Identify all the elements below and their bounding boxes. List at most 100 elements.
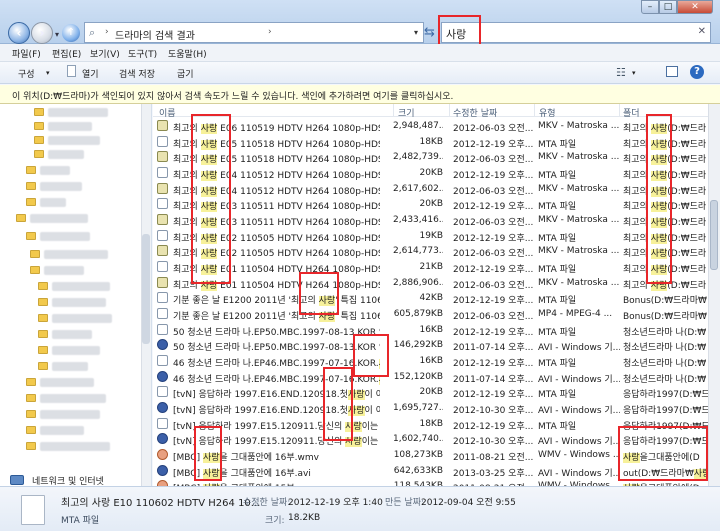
sidebar-item[interactable] <box>40 442 110 451</box>
history-dropdown-icon[interactable]: ▾ <box>55 30 59 39</box>
content-scrollbar[interactable] <box>708 104 720 486</box>
file-size: 2,948,487... <box>393 121 443 131</box>
sidebar-item[interactable] <box>40 166 70 175</box>
file-row[interactable]: 최고의 사랑 E02 110505 HDTV H264 1080p-HDSun.… <box>153 243 708 260</box>
folder-icon <box>38 330 48 338</box>
search-input[interactable]: 사랑 ✕ <box>441 22 711 43</box>
breadcrumb-separator[interactable]: › <box>268 27 272 37</box>
mta-file-icon <box>157 386 168 398</box>
file-row[interactable]: 46 청소년 드라마 나.EP46.MBC.1997-07-16.KOR.사랑.… <box>153 369 708 385</box>
file-date: 2013-03-25 오후... <box>453 468 534 479</box>
sidebar-item[interactable] <box>40 198 66 207</box>
details-pane: 최고의 사랑 E10 110602 HDTV H264 10... MTA 파일… <box>0 486 720 531</box>
avi-file-icon <box>157 464 168 476</box>
file-type: AVI - Windows 기... <box>538 374 620 385</box>
organize-button[interactable]: 구성 <box>18 67 35 80</box>
sidebar-item[interactable] <box>44 250 108 259</box>
file-type: MTA 파일 <box>538 359 577 370</box>
folder-icon <box>26 394 36 402</box>
folder-icon <box>34 108 44 116</box>
help-icon[interactable]: ? <box>690 65 704 79</box>
column-divider[interactable] <box>393 104 394 117</box>
sidebar-item[interactable] <box>52 330 92 339</box>
column-divider[interactable] <box>449 104 450 117</box>
file-row[interactable]: 최고의 사랑 E04 110512 HDTV H264 1080p-HDSun.… <box>153 165 708 181</box>
file-row[interactable]: 최고의 사랑 E01 110504 HDTV H264 1080p-HDSun.… <box>153 259 708 276</box>
folder-icon <box>38 346 48 354</box>
file-date: 2012-12-19 오후... <box>453 359 534 370</box>
up-folder-button[interactable]: ↑ <box>62 24 80 42</box>
close-button[interactable]: ✕ <box>677 0 713 14</box>
chevron-down-icon[interactable]: ▾ <box>46 69 50 77</box>
back-button[interactable]: ‹ <box>8 22 30 44</box>
file-row[interactable]: 최고의 사랑 E06 110519 HDTV H264 1080p-HDSun.… <box>153 118 708 134</box>
sidebar-item[interactable] <box>52 314 112 323</box>
burn-button[interactable]: 굽기 <box>177 67 194 80</box>
annotation-box <box>618 426 708 481</box>
details-created-value: 2012-09-04 오전 9:55 <box>421 498 516 508</box>
menu-file[interactable]: 파일(F) <box>12 47 41 60</box>
file-size: 16KB <box>419 324 443 335</box>
breadcrumb-separator[interactable]: › <box>105 27 109 37</box>
index-info-bar[interactable]: 이 위치(D:₩드라마)가 색인되어 있지 않아서 검색 속도가 느릴 수 있습… <box>0 85 720 104</box>
sidebar-item[interactable] <box>40 378 94 387</box>
folder-icon <box>34 122 44 130</box>
minimize-button[interactable]: – <box>641 0 659 14</box>
file-row[interactable]: 최고의 사랑 E04 110512 HDTV H264 1080p-HDSun.… <box>153 181 708 197</box>
file-row[interactable]: 최고의 사랑 E01 110504 HDTV H264 1080p-HDSun.… <box>153 275 708 291</box>
file-type: MKV - Matroska ... <box>538 246 620 257</box>
chevron-down-icon[interactable]: ▾ <box>632 69 636 77</box>
file-date: 2012-06-03 오전... <box>453 280 534 291</box>
file-row[interactable]: 기분 좋은 날 E1200 2011년 '최고의 사랑' 특집 11061...… <box>153 306 708 323</box>
forward-button[interactable]: › <box>31 22 53 44</box>
maximize-button[interactable]: □ <box>659 0 677 14</box>
preview-pane-icon[interactable] <box>666 66 678 77</box>
sidebar-item[interactable] <box>40 410 100 419</box>
save-search-button[interactable]: 검색 저장 <box>119 67 155 80</box>
sidebar-item[interactable] <box>52 346 100 355</box>
file-row[interactable]: 최고의 사랑 E03 110511 HDTV H264 1080p-HDSun.… <box>153 196 708 213</box>
sidebar-item[interactable] <box>52 282 110 291</box>
sidebar-scroll-thumb[interactable] <box>142 234 150 344</box>
column-divider[interactable] <box>534 104 535 117</box>
sidebar-item[interactable] <box>48 136 100 145</box>
file-row[interactable]: 최고의 사랑 E05 110518 HDTV H264 1080p-HDSun.… <box>153 149 708 166</box>
folder-icon <box>26 410 36 418</box>
menu-view[interactable]: 보기(V) <box>90 47 120 60</box>
menu-help[interactable]: 도움말(H) <box>168 47 207 60</box>
open-button[interactable]: 열기 <box>82 67 99 80</box>
clear-search-icon[interactable]: ✕ <box>698 26 706 37</box>
sidebar-item[interactable] <box>48 108 108 117</box>
sidebar-item[interactable] <box>52 362 88 371</box>
file-row[interactable]: [tvN] 응답하라 1997.E16.END.120918.첫사랑이 이후에.… <box>153 400 708 417</box>
content-scroll-thumb[interactable] <box>710 200 718 270</box>
sidebar-item[interactable] <box>40 394 106 403</box>
menu-tools[interactable]: 도구(T) <box>128 47 157 60</box>
folder-icon <box>34 150 44 158</box>
file-row[interactable]: 46 청소년 드라마 나.EP46.MBC.1997-07-16.KOR.사랑.… <box>153 353 708 370</box>
view-options-icon[interactable]: ☷ <box>616 66 626 79</box>
column-divider[interactable] <box>619 104 620 117</box>
sidebar-item[interactable] <box>40 426 84 435</box>
file-row[interactable]: 최고의 사랑 E02 110505 HDTV H264 1080p-HDSun.… <box>153 228 708 244</box>
address-dropdown-icon[interactable]: ▾ <box>414 28 418 37</box>
sidebar-item[interactable] <box>44 266 84 275</box>
file-row[interactable]: 기분 좋은 날 E1200 2011년 '최고의 사랑' 특집 11061...… <box>153 290 708 307</box>
sidebar-item[interactable] <box>52 298 106 307</box>
sidebar-item[interactable] <box>48 150 84 159</box>
sidebar-item[interactable] <box>40 232 90 241</box>
menu-edit[interactable]: 편집(E) <box>52 47 81 60</box>
address-bar[interactable]: ⌕ › 드라마의 검색 결과 › <box>84 22 424 43</box>
annotation-box <box>191 114 231 284</box>
file-row[interactable]: 50 청소년 드라마 나.EP50.MBC.1997-08-13.KOR 영화.… <box>153 337 708 353</box>
refresh-icon[interactable]: ⇆ <box>424 25 435 40</box>
sidebar-item[interactable] <box>40 182 82 191</box>
file-row[interactable]: 최고의 사랑 E05 110518 HDTV H264 1080p-HDSun.… <box>153 134 708 150</box>
sidebar-item[interactable] <box>30 214 88 223</box>
breadcrumb-current[interactable]: 드라마의 검색 결과 <box>115 27 195 42</box>
file-row[interactable]: 최고의 사랑 E03 110511 HDTV H264 1080p-HDSun.… <box>153 212 708 229</box>
avi-file-icon <box>157 370 168 382</box>
file-row[interactable]: [tvN] 응답하라 1997.E16.END.120918.첫사랑이 이후에.… <box>153 384 708 401</box>
sidebar-item[interactable] <box>48 122 92 131</box>
file-row[interactable]: 50 청소년 드라마 나.EP50.MBC.1997-08-13.KOR 영화.… <box>153 322 708 338</box>
